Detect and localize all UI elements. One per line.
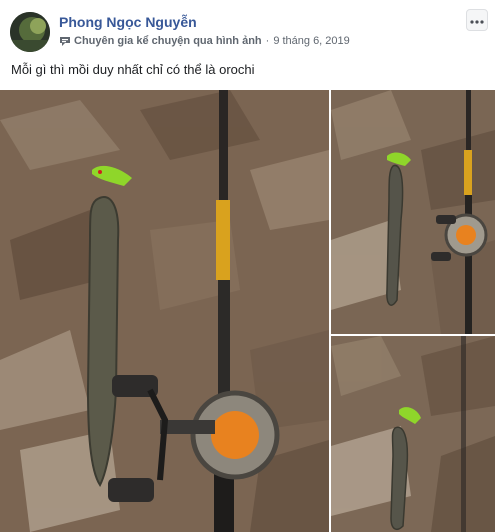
post-photo-3[interactable] bbox=[331, 336, 495, 532]
post-photo-2[interactable] bbox=[331, 90, 495, 334]
feed-post: Phong Ngọc Nguyễn Chuyên gia kể chuyện q… bbox=[0, 0, 495, 532]
post-photo-main[interactable] bbox=[0, 90, 329, 532]
post-date[interactable]: 9 tháng 6, 2019 bbox=[273, 35, 349, 47]
meta-separator: · bbox=[265, 35, 270, 47]
author-badge[interactable]: Chuyên gia kể chuyện qua hình ảnh bbox=[74, 35, 262, 47]
post-caption: Mỗi gì thì mồi duy nhất chỉ có thể là or… bbox=[11, 62, 255, 77]
more-options-icon bbox=[470, 11, 484, 29]
author-name[interactable]: Phong Ngọc Nguyễn bbox=[59, 14, 197, 30]
author-avatar[interactable] bbox=[10, 12, 50, 52]
speech-bubble-badge-icon bbox=[59, 36, 71, 47]
more-options-button[interactable] bbox=[466, 9, 488, 31]
post-meta: Chuyên gia kể chuyện qua hình ảnh · 9 th… bbox=[59, 35, 350, 47]
